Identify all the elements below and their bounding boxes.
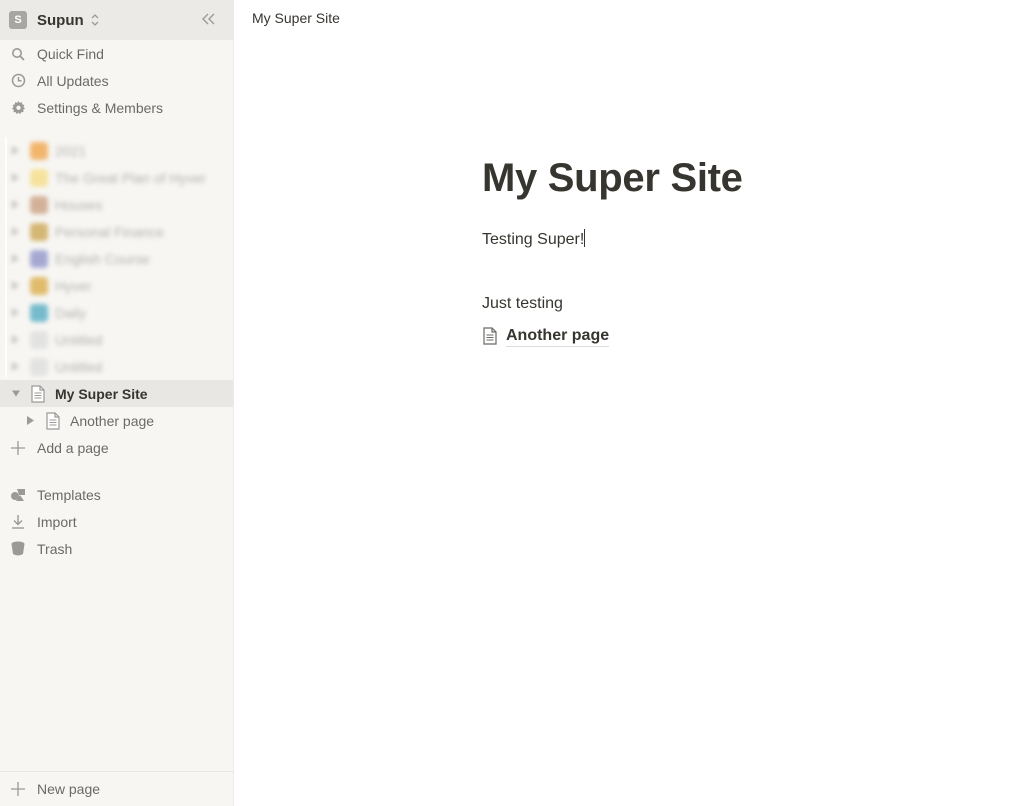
toggle-collapsed-icon[interactable] <box>12 200 20 209</box>
subpage-link[interactable]: Another page <box>482 324 982 348</box>
gear-icon <box>10 100 26 116</box>
page-icon <box>31 384 45 403</box>
text-cursor <box>584 229 586 247</box>
sidebar-page-item[interactable]: English Course <box>0 245 233 272</box>
all-updates-button[interactable]: All Updates <box>0 67 233 94</box>
page-emoji-icon <box>30 249 48 268</box>
sidebar-page-item[interactable]: 2021 <box>0 137 233 164</box>
clock-icon <box>10 73 26 89</box>
sidebar-page-item[interactable]: Personal Finance <box>0 218 233 245</box>
toggle-collapsed-icon[interactable] <box>12 308 20 317</box>
toggle-collapsed-icon[interactable] <box>12 362 20 371</box>
sidebar: S Supun Quick Find All Updates Settings … <box>0 0 234 806</box>
search-icon <box>10 46 26 62</box>
page-label: Untitled <box>55 331 103 348</box>
page-title[interactable]: My Super Site <box>482 150 982 206</box>
page-label: Houses <box>55 196 103 213</box>
page-emoji-icon <box>30 276 48 295</box>
trash-icon <box>10 541 26 557</box>
sidebar-page-item[interactable]: Hyver <box>0 272 233 299</box>
toggle-expanded-icon[interactable] <box>12 389 20 398</box>
page-emoji-icon <box>30 303 48 322</box>
workspace-switcher[interactable]: S Supun <box>0 0 233 40</box>
page-icon <box>483 327 497 345</box>
text-block[interactable]: Testing Super! <box>482 228 982 252</box>
templates-icon <box>10 487 26 503</box>
toggle-collapsed-icon[interactable] <box>12 335 20 344</box>
toggle-collapsed-icon[interactable] <box>12 173 20 182</box>
sidebar-page-item[interactable]: Untitled <box>0 326 233 353</box>
page-label: English Course <box>55 250 150 267</box>
page-emoji-icon <box>30 222 48 241</box>
new-page-button[interactable]: New page <box>0 771 234 806</box>
plus-icon <box>10 781 26 797</box>
templates-label: Templates <box>37 486 101 503</box>
sidebar-page-my-super-site[interactable]: My Super Site <box>0 380 233 407</box>
page-emoji-icon <box>30 357 48 376</box>
page-emoji-icon <box>30 195 48 214</box>
add-page-button[interactable]: Add a page <box>0 434 233 461</box>
plus-icon <box>10 440 26 456</box>
templates-button[interactable]: Templates <box>0 481 233 508</box>
all-updates-label: All Updates <box>37 72 109 89</box>
page-emoji-icon <box>30 141 48 160</box>
page-label: 2021 <box>55 142 87 159</box>
page-label: Personal Finance <box>55 223 164 240</box>
sidebar-page-item[interactable]: Houses <box>0 191 233 218</box>
subpage-link-label: Another page <box>506 326 610 347</box>
page-label: Hyver <box>55 277 92 294</box>
toggle-collapsed-icon[interactable] <box>12 254 20 263</box>
sidebar-page-item[interactable]: The Great Plan of Hyver <box>0 164 233 191</box>
download-icon <box>10 514 26 530</box>
page-emoji-icon <box>30 330 48 349</box>
page-tree: 2021 The Great Plan of Hyver Houses Persona… <box>0 137 233 461</box>
workspace-name: Supun <box>37 11 84 29</box>
chevron-updown-icon <box>91 14 99 26</box>
workspace-avatar: S <box>9 11 27 29</box>
page-icon <box>46 411 60 430</box>
toggle-collapsed-icon[interactable] <box>27 416 35 425</box>
text-block[interactable]: Just testing <box>482 292 982 316</box>
new-page-label: New page <box>37 781 101 797</box>
toggle-collapsed-icon[interactable] <box>12 227 20 236</box>
sidebar-page-another-page[interactable]: Another page <box>0 407 233 434</box>
page-label: My Super Site <box>55 385 148 402</box>
page-emoji-icon <box>30 168 48 187</box>
page-label: Another page <box>70 412 155 429</box>
toggle-collapsed-icon[interactable] <box>12 146 20 155</box>
settings-members-label: Settings & Members <box>37 99 164 116</box>
page-label: Daily <box>55 304 87 321</box>
text-block-content: Testing Super! <box>482 231 585 248</box>
document: My Super Site Testing Super! Just testin… <box>482 150 982 348</box>
settings-members-button[interactable]: Settings & Members <box>0 94 233 121</box>
topbar: My Super Site <box>234 0 1024 36</box>
import-button[interactable]: Import <box>0 508 233 535</box>
quick-find-button[interactable]: Quick Find <box>0 40 233 67</box>
trash-button[interactable]: Trash <box>0 535 233 562</box>
trash-label: Trash <box>37 540 73 557</box>
breadcrumb[interactable]: My Super Site <box>252 10 340 26</box>
page-label: Untitled <box>55 358 103 375</box>
add-page-label: Add a page <box>37 439 109 456</box>
page-label: The Great Plan of Hyver <box>55 169 206 186</box>
import-label: Import <box>37 513 77 530</box>
sidebar-page-item[interactable]: Untitled <box>0 353 233 380</box>
sidebar-page-item[interactable]: Daily <box>0 299 233 326</box>
quick-find-label: Quick Find <box>37 45 104 62</box>
collapse-sidebar-icon[interactable] <box>199 11 219 27</box>
toggle-collapsed-icon[interactable] <box>12 281 20 290</box>
